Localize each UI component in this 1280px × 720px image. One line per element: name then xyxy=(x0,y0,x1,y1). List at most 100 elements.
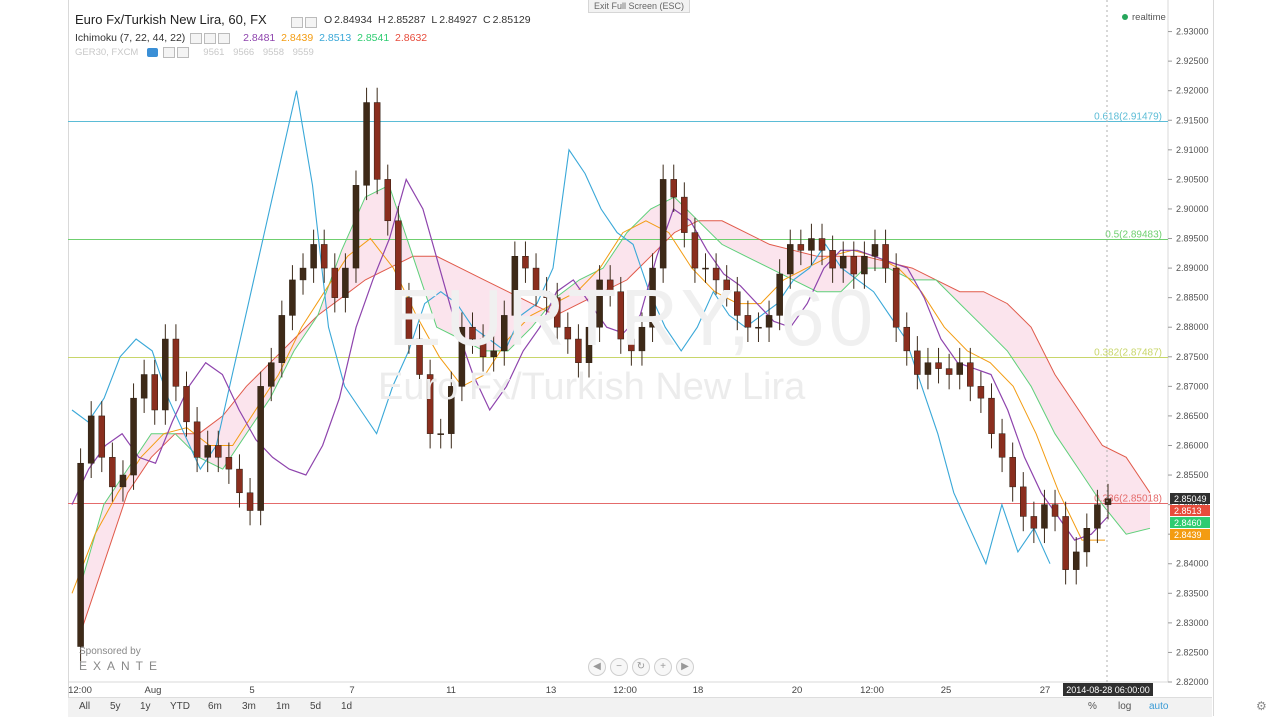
compare-value: 9558 xyxy=(262,47,284,59)
candle-body xyxy=(1009,457,1016,488)
fib-level-label: 0.382(2.87487) xyxy=(1094,348,1162,359)
sponsor-brand[interactable]: EXANTE xyxy=(79,659,163,673)
ichimoku-legend[interactable]: Ichimoku (7, 22, 44, 22) 2.8481 2.8439 2… xyxy=(75,32,427,44)
candle-body xyxy=(109,457,116,488)
candle-body xyxy=(1041,504,1048,529)
candle-body xyxy=(278,315,286,363)
candle-body xyxy=(246,492,254,511)
candle-body xyxy=(1083,528,1091,553)
price-axis-label: 2.85500 xyxy=(1176,470,1209,480)
price-axis-label: 2.90500 xyxy=(1176,174,1209,184)
crosshair-time-label: 2014-08-28 06:00:00 xyxy=(1066,685,1150,695)
range-ytd[interactable]: YTD xyxy=(170,701,190,712)
range-3m[interactable]: 3m xyxy=(242,701,256,712)
candle-body xyxy=(786,244,794,275)
candle-body xyxy=(289,279,296,316)
reset-icon[interactable]: ↻ xyxy=(632,658,650,676)
price-axis-label: 2.82500 xyxy=(1176,647,1209,657)
time-axis-label: 12:00 xyxy=(68,685,92,696)
candle-body xyxy=(797,244,805,251)
candle-body xyxy=(681,196,688,233)
ichimoku-label: Ichimoku (7, 22, 44, 22) xyxy=(75,32,186,44)
zoom-in-icon[interactable]: + xyxy=(654,658,672,676)
candle-body xyxy=(331,267,339,298)
legend-settings-icon[interactable] xyxy=(289,14,317,32)
price-axis-label: 2.92000 xyxy=(1176,86,1209,96)
candle-body xyxy=(130,397,137,476)
compare-legend[interactable]: GER30, FXCM 9561 9566 9558 9559 xyxy=(75,47,314,58)
scroll-left-icon[interactable]: ◀ xyxy=(588,658,606,676)
compare-label: GER30, FXCM xyxy=(75,47,139,59)
candle-body xyxy=(659,179,667,269)
candle-body xyxy=(914,350,921,375)
price-axis-label: 2.91000 xyxy=(1176,145,1209,155)
time-axis-label: 25 xyxy=(941,685,952,696)
price-axis-label: 2.84000 xyxy=(1176,559,1209,569)
candle-body xyxy=(183,386,190,423)
price-axis-label: 2.92500 xyxy=(1176,56,1209,66)
price-axis-label: 2.87000 xyxy=(1176,381,1209,391)
status-dot-icon xyxy=(1122,14,1128,21)
compare-controls-icon[interactable] xyxy=(161,47,189,58)
ohlc-readout: O 2.84934 H 2.85287 L 2.84927 C 2.85129 xyxy=(324,14,531,26)
candle-body xyxy=(342,267,349,298)
candle-body xyxy=(956,362,963,375)
candle-body xyxy=(1051,504,1059,517)
range-1m[interactable]: 1m xyxy=(276,701,290,712)
price-axis-label: 2.86000 xyxy=(1176,440,1209,450)
zoom-out-icon[interactable]: − xyxy=(610,658,628,676)
chart-navigation[interactable]: ◀ − ↻ + ▶ xyxy=(588,656,698,676)
auto-scale-toggle[interactable]: auto xyxy=(1149,701,1168,712)
candle-body xyxy=(988,397,995,434)
ichimoku-controls-icon[interactable] xyxy=(188,32,231,44)
time-axis-label: 7 xyxy=(349,685,354,696)
price-tag-label: 2.8460 xyxy=(1174,518,1202,528)
candle-body xyxy=(98,415,106,458)
fib-level-label: 0.618(2.91479) xyxy=(1094,112,1162,123)
bottom-toolbar: All 5y 1y YTD 6m 3m 1m 5d 1d % log auto … xyxy=(68,697,1267,717)
ichimoku-value-kijun: 2.8439 xyxy=(281,32,314,44)
watermark-description: Euro Fx/Turkish New Lira xyxy=(378,366,806,408)
watermark-symbol: EURTRY, 60 xyxy=(388,273,878,362)
candle-body xyxy=(882,244,889,269)
range-all[interactable]: All xyxy=(79,701,90,712)
time-axis-label: Aug xyxy=(145,685,162,696)
candle-body xyxy=(352,185,360,269)
log-scale-toggle[interactable]: log xyxy=(1118,701,1131,712)
price-axis-label: 2.91500 xyxy=(1176,115,1209,125)
range-1d[interactable]: 1d xyxy=(341,701,352,712)
time-axis-label: 11 xyxy=(446,685,456,696)
candle-body xyxy=(236,468,243,494)
eye-icon[interactable] xyxy=(147,48,158,57)
percent-scale-toggle[interactable]: % xyxy=(1088,701,1097,712)
price-axis-label: 2.83000 xyxy=(1176,618,1209,628)
fib-level-label: 0.5(2.89483) xyxy=(1105,230,1162,241)
price-tag-label: 2.85049 xyxy=(1174,494,1207,504)
candle-body xyxy=(437,433,444,435)
sponsor-label: Sponsored by xyxy=(79,646,141,657)
range-6m[interactable]: 6m xyxy=(208,701,222,712)
price-axis-label: 2.89000 xyxy=(1176,263,1209,273)
candle-body xyxy=(204,445,211,458)
range-5y[interactable]: 5y xyxy=(110,701,121,712)
candle-body xyxy=(903,326,911,352)
price-tag-label: 2.8513 xyxy=(1174,506,1202,516)
gear-icon[interactable]: ⚙ xyxy=(1256,699,1267,713)
realtime-indicator: realtime xyxy=(1122,12,1166,23)
candle-body xyxy=(172,338,180,387)
candle-body xyxy=(320,244,328,269)
exit-fullscreen-button[interactable]: Exit Full Screen (ESC) xyxy=(588,0,690,13)
range-5d[interactable]: 5d xyxy=(310,701,321,712)
scroll-right-icon[interactable]: ▶ xyxy=(676,658,694,676)
compare-value: 9561 xyxy=(203,47,225,59)
candle-body xyxy=(77,462,84,647)
symbol-title[interactable]: Euro Fx/Turkish New Lira, 60, FX xyxy=(75,12,267,27)
candle-body xyxy=(924,362,932,375)
candle-body xyxy=(1104,498,1112,505)
candle-body xyxy=(808,238,815,251)
candle-body xyxy=(839,256,847,269)
price-axis-label: 2.83500 xyxy=(1176,588,1209,598)
range-1y[interactable]: 1y xyxy=(140,701,151,712)
price-axis-label: 2.88000 xyxy=(1176,322,1209,332)
candle-body xyxy=(373,102,381,180)
